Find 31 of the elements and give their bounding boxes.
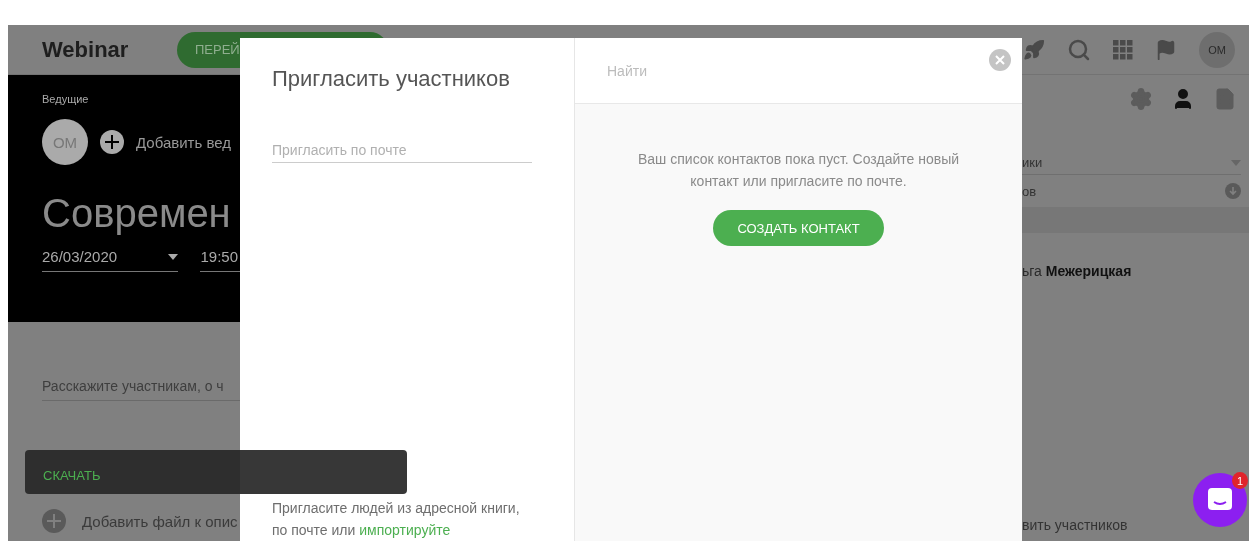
add-host-link[interactable]: Добавить вед	[136, 133, 232, 151]
document-icon[interactable]	[1213, 87, 1237, 111]
flag-icon[interactable]	[1155, 38, 1177, 61]
webinar-title: Современ	[42, 191, 232, 236]
invite-participants-link[interactable]: вить участников	[1022, 517, 1249, 533]
user-avatar[interactable]: ОМ	[1199, 31, 1235, 68]
add-file-link[interactable]: Добавить файл к опис	[82, 512, 238, 530]
section-label: Ведущие	[42, 93, 90, 105]
caret-icon	[168, 253, 179, 260]
dialog-title: Пригласить участников	[272, 66, 511, 92]
search-icon[interactable]	[1067, 37, 1091, 62]
plus-icon	[100, 130, 124, 154]
chat-icon	[1207, 487, 1233, 513]
caret-icon	[1231, 159, 1241, 166]
plus-icon	[42, 509, 66, 533]
list-row-text: ов	[1022, 183, 1037, 199]
grid-icon[interactable]	[1113, 39, 1133, 60]
close-icon	[995, 55, 1005, 65]
import-link[interactable]: импортируйте	[359, 522, 451, 538]
settings-icon[interactable]	[1129, 87, 1153, 111]
invite-hint: Пригласите людей из адресной книги, по почте или импортируйте	[272, 499, 521, 540]
create-contact-button[interactable]: СОЗДАТЬ КОНТАКТ	[713, 210, 884, 246]
host-name: ьга Межерицкая	[1022, 263, 1133, 279]
logo: Webinar	[42, 36, 130, 63]
download-icon[interactable]	[1225, 183, 1241, 199]
empty-message: Ваш список контактов пока пуст. Создайте новый контакт или пригласите по почте.	[637, 150, 960, 191]
search-field[interactable]: Найти	[575, 38, 1022, 104]
date-field[interactable]: 26/03/2020	[42, 242, 179, 272]
rocket-icon[interactable]	[1023, 38, 1045, 61]
download-button[interactable]: СКАЧАТЬ	[43, 467, 101, 483]
dropdown[interactable]: ики	[1022, 151, 1241, 175]
